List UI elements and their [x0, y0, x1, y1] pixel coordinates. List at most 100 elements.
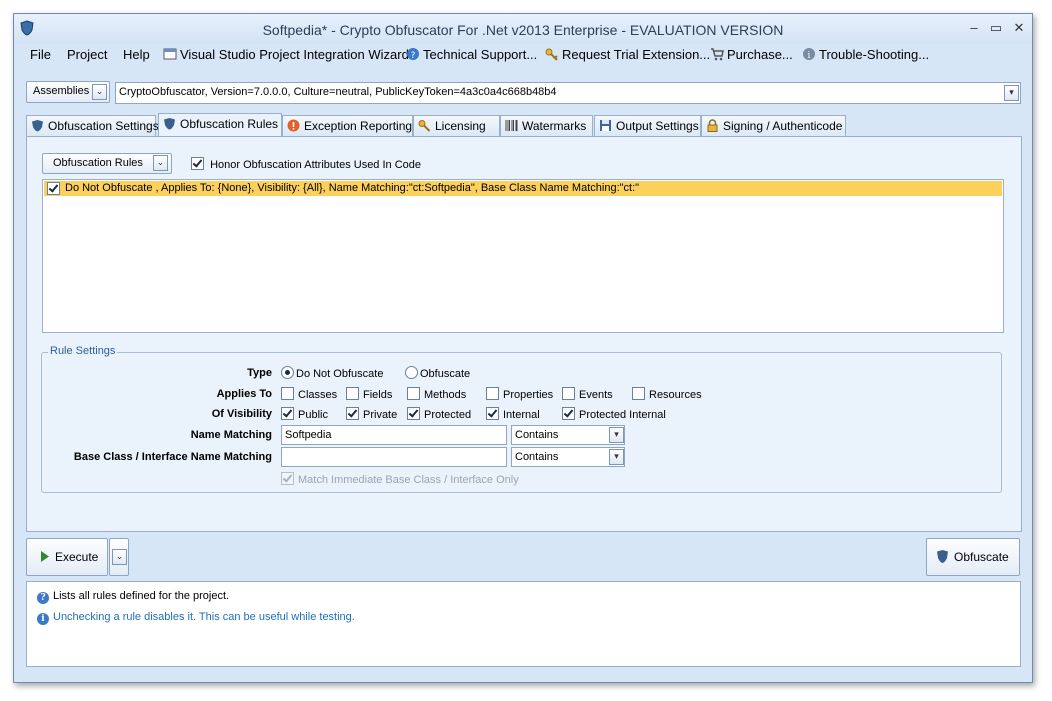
menu-help[interactable]: Help: [123, 47, 150, 62]
name-matching-mode-select[interactable]: Contains ▾: [511, 425, 625, 445]
honor-attributes-checkbox[interactable]: Honor Obfuscation Attributes Used In Cod…: [191, 157, 421, 171]
shield-icon: [937, 550, 948, 563]
type-obfuscate-label: Obfuscate: [420, 368, 471, 380]
vs-wizard-menu[interactable]: Visual Studio Project Integration Wizard: [163, 47, 409, 62]
tab-label: Output Settings: [616, 119, 699, 133]
help-icon: ?: [407, 48, 419, 61]
type-do-not-label: Do Not Obfuscate: [296, 368, 384, 380]
key-icon: [418, 120, 431, 132]
base-class-mode-select[interactable]: Contains ▾: [511, 447, 625, 467]
visibility-label: Of Visibility: [211, 408, 272, 420]
tab-licensing[interactable]: Licensing: [413, 115, 500, 136]
chevron-down-icon: ⌄: [92, 84, 107, 100]
checkbox[interactable]: [191, 157, 204, 170]
tab-output-settings[interactable]: Output Settings: [594, 115, 701, 136]
tab-obfuscation-rules[interactable]: Obfuscation Rules: [158, 113, 282, 136]
applies-properties-checkbox[interactable]: Properties: [486, 387, 553, 401]
dropdown-arrow-icon[interactable]: ▾: [1004, 85, 1019, 101]
info-text: Lists all rules defined for the project.: [53, 590, 230, 602]
info-text: Unchecking a rule disables it. This can …: [53, 611, 355, 623]
execute-button[interactable]: Execute: [26, 538, 108, 576]
tab-label: Watermarks: [522, 119, 587, 133]
purchase-menu[interactable]: Purchase...: [710, 47, 793, 62]
base-class-matching-label: Base Class / Interface Name Matching: [73, 451, 272, 463]
rule-settings-title: Rule Settings: [48, 345, 118, 357]
svg-text:i: i: [808, 51, 811, 61]
tab-label: Obfuscation Settings: [48, 119, 159, 133]
menu-file[interactable]: File: [30, 47, 51, 62]
tab-label: Exception Reporting: [304, 119, 413, 133]
dropdown-arrow-icon[interactable]: ▾: [609, 449, 624, 465]
base-class-mode-value: Contains: [515, 451, 559, 463]
assemblies-button[interactable]: Assemblies ⌄: [26, 81, 110, 103]
obfuscate-label: Obfuscate: [954, 550, 1009, 564]
tab-obfuscation-settings[interactable]: Obfuscation Settings: [26, 115, 159, 136]
window-title: Softpedia* - Crypto Obfuscator For .Net …: [262, 22, 784, 38]
troubleshooting-menu[interactable]: i Trouble-Shooting...: [802, 47, 929, 62]
applies-methods-checkbox[interactable]: Methods: [407, 387, 466, 401]
type-obfuscate-radio[interactable]: Obfuscate: [405, 366, 470, 380]
type-do-not-obfuscate-radio[interactable]: Do Not Obfuscate: [281, 366, 383, 380]
type-label: Type: [247, 367, 272, 379]
visual-studio-icon: [163, 48, 177, 60]
honor-attributes-label: Honor Obfuscation Attributes Used In Cod…: [210, 159, 422, 171]
info-line: ? Lists all rules defined for the project…: [37, 590, 229, 604]
menu-project[interactable]: Project: [67, 47, 107, 62]
base-class-matching-input[interactable]: [281, 447, 507, 467]
obfuscation-rules-panel: Obfuscation Rules ⌄ Honor Obfuscation At…: [26, 136, 1022, 532]
radio[interactable]: [405, 366, 418, 379]
execute-label: Execute: [55, 550, 99, 564]
name-matching-input[interactable]: Softpedia: [281, 425, 507, 445]
applies-events-checkbox[interactable]: Events: [562, 387, 613, 401]
menu-bar: File Project Help Visual Studio Project …: [14, 44, 1032, 66]
close-button[interactable]: ✕: [1009, 20, 1029, 36]
rules-list[interactable]: Do Not Obfuscate , Applies To: {None}, V…: [42, 179, 1004, 333]
minimize-button[interactable]: –: [964, 20, 984, 36]
rule-text: Do Not Obfuscate , Applies To: {None}, V…: [65, 182, 640, 194]
execute-options-button[interactable]: ⌄: [109, 538, 129, 576]
tab-watermarks[interactable]: Watermarks: [500, 115, 593, 136]
info-line: i Unchecking a rule disables it. This can…: [37, 611, 355, 625]
match-immediate-checkbox[interactable]: Match Immediate Base Class / Interface O…: [281, 472, 519, 486]
title-bar: Softpedia* - Crypto Obfuscator For .Net …: [14, 14, 1032, 44]
rule-row[interactable]: Do Not Obfuscate , Applies To: {None}, V…: [44, 181, 1002, 196]
visibility-protected-checkbox[interactable]: Protected: [407, 407, 471, 421]
assembly-select[interactable]: CryptoObfuscator, Version=7.0.0.0, Cultu…: [115, 82, 1021, 104]
visibility-protected-internal-checkbox[interactable]: Protected Internal: [562, 407, 666, 421]
obfuscate-button[interactable]: Obfuscate: [926, 538, 1020, 576]
visibility-private-checkbox[interactable]: Private: [346, 407, 397, 421]
dropdown-arrow-icon[interactable]: ▾: [609, 427, 624, 443]
visibility-public-checkbox[interactable]: Public: [281, 407, 328, 421]
rule-settings-group: Rule Settings Type Do Not Obfuscate Obfu…: [41, 345, 1002, 493]
tech-support-label: Technical Support...: [423, 47, 538, 62]
tech-support-menu[interactable]: ? Technical Support...: [406, 47, 537, 62]
trial-extension-menu[interactable]: Request Trial Extension...: [545, 47, 710, 62]
tab-signing-authenticode[interactable]: Signing / Authenticode: [701, 115, 846, 136]
tab-label: Signing / Authenticode: [723, 119, 843, 133]
app-window: Softpedia* - Crypto Obfuscator For .Net …: [13, 13, 1033, 683]
help-icon: ?: [37, 592, 49, 604]
rule-enabled-checkbox[interactable]: [47, 182, 60, 195]
applies-fields-checkbox[interactable]: Fields: [346, 387, 392, 401]
tab-exception-reporting[interactable]: Exception Reporting: [282, 115, 413, 136]
maximize-button[interactable]: ▭: [986, 20, 1006, 36]
applies-classes-checkbox[interactable]: Classes: [281, 387, 337, 401]
radio[interactable]: [281, 366, 294, 379]
shield-icon: [32, 120, 43, 132]
shield-icon: [164, 118, 175, 130]
match-immediate-label: Match Immediate Base Class / Interface O…: [298, 474, 519, 486]
applies-resources-checkbox[interactable]: Resources: [632, 387, 702, 401]
tab-label: Obfuscation Rules: [180, 117, 279, 131]
vs-wizard-label: Visual Studio Project Integration Wizard: [180, 47, 409, 62]
assembly-select-value: CryptoObfuscator, Version=7.0.0.0, Cultu…: [119, 86, 557, 98]
visibility-internal-checkbox[interactable]: Internal: [486, 407, 540, 421]
applies-to-label: Applies To: [216, 388, 272, 400]
disk-icon: [600, 120, 611, 131]
barcode-icon: [505, 120, 518, 131]
info-panel: ? Lists all rules defined for the project…: [26, 581, 1021, 667]
purchase-label: Purchase...: [727, 47, 793, 62]
play-icon: [41, 551, 49, 562]
tab-label: Licensing: [435, 119, 486, 133]
alert-icon: [287, 119, 300, 132]
obfuscation-rules-button[interactable]: Obfuscation Rules ⌄: [42, 153, 172, 174]
